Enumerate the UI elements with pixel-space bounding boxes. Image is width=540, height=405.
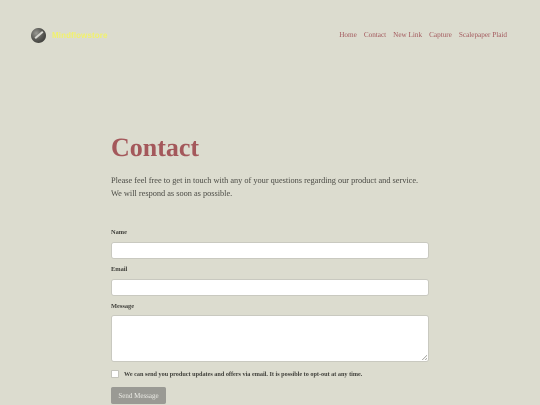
main-nav: Home Contact New Link Capture Scalepaper… bbox=[339, 31, 507, 39]
page-title: Contact bbox=[111, 133, 200, 162]
intro-line-2: We will respond as soon as possible. bbox=[111, 189, 233, 198]
nav-link-contact[interactable]: Contact bbox=[364, 31, 386, 39]
nav-link-new-link[interactable]: New Link bbox=[393, 31, 422, 39]
email-label: Email bbox=[111, 266, 128, 273]
logo[interactable]: Mindflowstore bbox=[31, 28, 108, 43]
message-field[interactable] bbox=[111, 315, 429, 362]
email-field[interactable] bbox=[111, 279, 429, 296]
resize-handle-icon[interactable] bbox=[422, 355, 427, 360]
nav-link-home[interactable]: Home bbox=[339, 31, 357, 39]
consent-label: We can send you product updates and offe… bbox=[124, 370, 363, 378]
consent-checkbox[interactable] bbox=[111, 370, 119, 378]
consent-row: We can send you product updates and offe… bbox=[111, 370, 362, 378]
name-field[interactable] bbox=[111, 242, 429, 259]
site-header: Mindflowstore Home Contact New Link Capt… bbox=[0, 0, 540, 72]
message-label: Message bbox=[111, 303, 135, 310]
name-label: Name bbox=[111, 229, 127, 236]
nav-link-capture[interactable]: Capture bbox=[429, 31, 452, 39]
logo-text: Mindflowstore bbox=[52, 31, 108, 40]
contact-section: Contact Please feel free to get in touch… bbox=[111, 130, 429, 200]
intro-line-1: Please feel free to get in touch with an… bbox=[111, 176, 419, 185]
send-message-button[interactable]: Send Message bbox=[111, 387, 166, 404]
logo-icon bbox=[31, 28, 46, 43]
nav-link-scalepaper-plaid[interactable]: Scalepaper Plaid bbox=[459, 31, 507, 39]
intro-text: Please feel free to get in touch with an… bbox=[111, 174, 429, 200]
